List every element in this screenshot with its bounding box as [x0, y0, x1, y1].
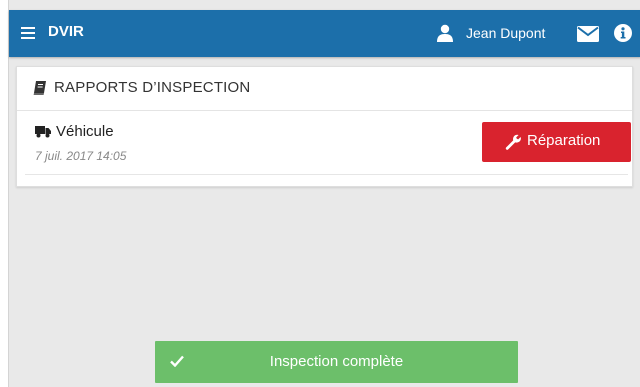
book-icon	[33, 81, 46, 95]
app-window: DVIR Jean Dupont RAPPORTS D’INSPECTION V…	[8, 0, 640, 387]
toast-message: Inspection complète	[269, 353, 404, 370]
card-title: RAPPORTS D’INSPECTION	[54, 79, 251, 96]
truck-icon	[35, 126, 51, 138]
menu-icon[interactable]	[21, 26, 35, 40]
inspection-complete-toast: Inspection complète	[155, 341, 518, 383]
top-app-bar: DVIR Jean Dupont	[9, 10, 640, 57]
envelope-icon[interactable]	[577, 26, 599, 42]
info-icon[interactable]	[614, 24, 632, 42]
vehicle-label: Véhicule	[56, 123, 114, 140]
report-row[interactable]: Véhicule 7 juil. 2017 14:05 Réparation	[25, 111, 631, 175]
repair-label: Réparation	[527, 132, 601, 149]
user-icon	[437, 24, 453, 42]
card-header: RAPPORTS D’INSPECTION	[17, 67, 632, 111]
app-title: DVIR	[48, 23, 84, 40]
report-date: 7 juil. 2017 14:05	[35, 149, 127, 163]
inspection-reports-card: RAPPORTS D’INSPECTION Véhicule 7 juil. 2…	[16, 66, 633, 187]
repair-button[interactable]: Réparation	[482, 122, 631, 162]
wrench-icon	[505, 134, 521, 150]
user-name: Jean Dupont	[466, 25, 546, 41]
